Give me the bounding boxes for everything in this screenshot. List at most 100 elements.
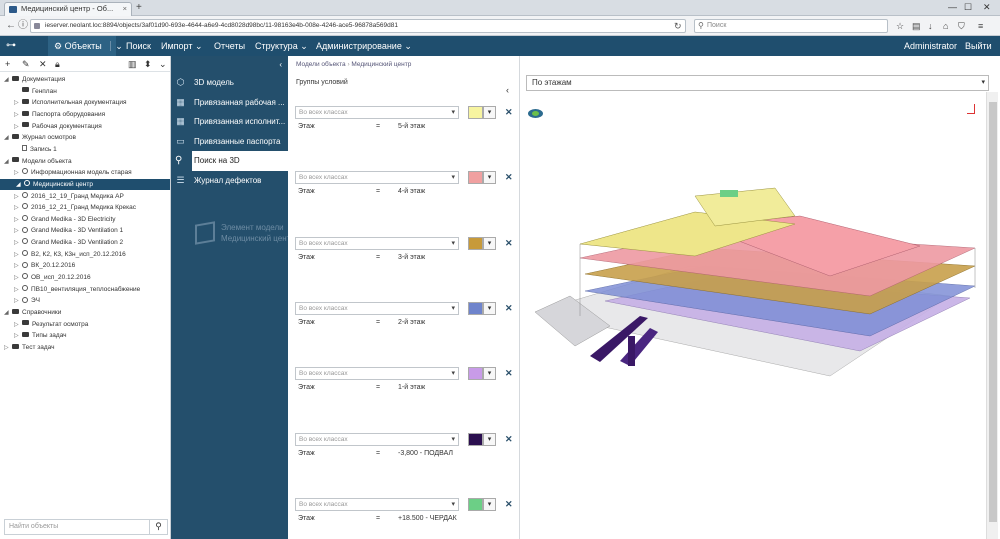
tree-node[interactable]: ▷ 2016_12_19_Гранд Медика АР bbox=[14, 191, 124, 202]
back-icon[interactable]: ← bbox=[6, 20, 16, 32]
nav-item[interactable]: ☰ Журнал дефектов bbox=[171, 171, 288, 191]
collapse-left-icon[interactable]: ‹ bbox=[506, 85, 509, 95]
tree-node[interactable]: ▷ ПВ10_вентиляция_теплоснабжение bbox=[14, 284, 140, 295]
expand-arrow-icon[interactable]: ▷ bbox=[14, 168, 22, 179]
lock-icon[interactable]: 🔒︎ bbox=[55, 58, 60, 70]
expand-arrow-icon[interactable]: ▷ bbox=[14, 192, 22, 203]
pin-icon[interactable]: ⬍ bbox=[144, 58, 152, 70]
expand-arrow-icon[interactable]: ◢ bbox=[16, 180, 24, 191]
tree-node[interactable]: ▷ Grand Medika - 3D Electricity bbox=[14, 214, 116, 225]
color-swatch[interactable] bbox=[468, 171, 483, 185]
home-icon[interactable]: ⌂ bbox=[943, 20, 948, 32]
expand-arrow-icon[interactable]: ◢ bbox=[4, 157, 12, 168]
new-tab-button[interactable]: + bbox=[136, 2, 142, 14]
tree-node[interactable]: ▷ Результат осмотра bbox=[14, 319, 88, 330]
minimize-button[interactable]: — bbox=[948, 1, 957, 13]
remove-condition-icon[interactable]: ✕ bbox=[505, 107, 513, 118]
expand-arrow-icon[interactable]: ▷ bbox=[14, 285, 22, 296]
menu-import[interactable]: Импорт ⌄ bbox=[161, 36, 203, 56]
expand-arrow-icon[interactable]: ▷ bbox=[14, 203, 22, 214]
tree-node[interactable]: ▷ Исполнительная документация bbox=[14, 97, 127, 108]
url-bar[interactable]: ieserver.neolant.loc:8894/objects/3af01d… bbox=[30, 19, 686, 33]
menu-structure[interactable]: Структура ⌄ bbox=[255, 36, 308, 56]
tree-node[interactable]: ◢ Документация bbox=[4, 74, 65, 85]
tree-node[interactable]: ◢ Справочники bbox=[4, 307, 61, 318]
tree-node[interactable]: ▷ Информационная модель старая bbox=[14, 167, 132, 178]
reading-list-icon[interactable]: ▤ bbox=[912, 20, 921, 32]
panel-toggle-icon[interactable]: ▥ bbox=[128, 58, 137, 70]
tree-node[interactable]: ▷ Тест задач bbox=[4, 342, 55, 353]
object-search-input[interactable]: Найти объекты ⚲ bbox=[4, 519, 168, 535]
tree-node[interactable]: ▷ ЭЧ bbox=[14, 295, 40, 306]
shield-icon[interactable]: ⛉ bbox=[958, 20, 965, 32]
expand-arrow-icon[interactable]: ▷ bbox=[14, 215, 22, 226]
expand-arrow-icon[interactable]: ▷ bbox=[14, 250, 22, 261]
tree-node[interactable]: Генплан bbox=[14, 86, 57, 97]
expand-arrow-icon[interactable]: ▷ bbox=[14, 261, 22, 272]
nav-item[interactable]: ⬡ 3D модель bbox=[171, 73, 288, 93]
tree-node[interactable]: ▷ 2016_12_21_Гранд Медика Крекас bbox=[14, 202, 136, 213]
hamburger-menu-icon[interactable]: ≡ bbox=[978, 20, 983, 32]
tree-node[interactable]: ▷ ОВ_исп_20.12.2016 bbox=[14, 272, 91, 283]
tree-node[interactable]: ◢ Модели объекта bbox=[4, 156, 72, 167]
expand-arrow-icon[interactable]: ▷ bbox=[4, 343, 12, 354]
reload-icon[interactable]: ↻ bbox=[674, 20, 682, 32]
tree-node[interactable]: ▷ ВК_20.12.2016 bbox=[14, 260, 75, 271]
remove-condition-icon[interactable]: ✕ bbox=[505, 434, 513, 445]
remove-condition-icon[interactable]: ✕ bbox=[505, 368, 513, 379]
expand-arrow-icon[interactable]: ▷ bbox=[14, 273, 22, 284]
class-select[interactable]: Во всех классах ▾ bbox=[295, 236, 459, 250]
search-button[interactable]: ⚲ bbox=[149, 519, 167, 535]
color-swatch[interactable] bbox=[468, 367, 483, 381]
menu-search[interactable]: Поиск bbox=[126, 36, 151, 56]
star-icon[interactable]: ☆ bbox=[896, 20, 904, 32]
color-dropdown-button[interactable]: ▾ bbox=[483, 432, 496, 446]
collapse-left-icon[interactable]: ‹ bbox=[279, 60, 282, 69]
close-tab-icon[interactable]: × bbox=[123, 3, 127, 15]
color-dropdown-button[interactable]: ▾ bbox=[483, 106, 496, 119]
expand-arrow-icon[interactable]: ▷ bbox=[14, 110, 22, 121]
breadcrumb-models[interactable]: Модели объекта bbox=[296, 61, 346, 68]
color-swatch[interactable] bbox=[468, 106, 483, 119]
class-select[interactable]: Во всех классах ▾ bbox=[295, 106, 459, 119]
color-dropdown-button[interactable]: ▾ bbox=[483, 367, 496, 381]
info-icon[interactable]: ⓘ bbox=[18, 20, 28, 32]
color-swatch[interactable] bbox=[468, 497, 483, 511]
tree-node[interactable]: ▷ Grand Medika - 3D Ventilation 2 bbox=[14, 237, 123, 248]
remove-condition-icon[interactable]: ✕ bbox=[505, 238, 513, 249]
tree-node[interactable]: ▷ В2, К2, К3, К3н_исп_20.12.2016 bbox=[14, 249, 126, 260]
key-logo-icon[interactable]: ⊶ bbox=[6, 41, 26, 51]
tree-node[interactable]: ▷ Рабочая документация bbox=[14, 121, 102, 132]
chevron-down-icon[interactable]: ⌄ bbox=[110, 41, 123, 51]
expand-arrow-icon[interactable]: ▷ bbox=[14, 122, 22, 133]
expand-arrow-icon[interactable]: ▷ bbox=[14, 238, 22, 249]
tree-node[interactable]: ▷ Типы задач bbox=[14, 330, 67, 341]
browser-tab[interactable]: Медицинский центр - Об... × bbox=[4, 2, 132, 16]
class-select[interactable]: Во всех классах ▾ bbox=[295, 301, 459, 315]
remove-condition-icon[interactable]: ✕ bbox=[505, 499, 513, 510]
color-dropdown-button[interactable]: ▾ bbox=[483, 236, 496, 250]
add-icon[interactable]: + bbox=[5, 58, 10, 70]
download-icon[interactable]: ↓ bbox=[928, 20, 933, 32]
menu-reports[interactable]: Отчеты bbox=[214, 36, 245, 56]
tree-node[interactable]: ▷ Паспорта оборудования bbox=[14, 109, 105, 120]
tree-node[interactable]: Запись 1 bbox=[14, 144, 57, 155]
3d-viewer[interactable]: По этажам ▾ bbox=[520, 56, 1000, 539]
delete-icon[interactable]: ✕ bbox=[39, 58, 47, 70]
expand-arrow-icon[interactable]: ▷ bbox=[14, 296, 22, 307]
tree-node[interactable]: ◢ Медицинский центр bbox=[0, 178, 170, 191]
expand-arrow-icon[interactable]: ▷ bbox=[14, 320, 22, 331]
remove-condition-icon[interactable]: ✕ bbox=[505, 303, 513, 314]
objects-menu[interactable]: ⚙ Объекты ⌄ bbox=[48, 36, 123, 56]
menu-administration[interactable]: Администрирование ⌄ bbox=[316, 36, 412, 56]
edit-icon[interactable]: ✎ bbox=[22, 58, 30, 70]
class-select[interactable]: Во всех классах ▾ bbox=[295, 367, 459, 381]
expand-arrow-icon[interactable]: ▷ bbox=[14, 331, 22, 342]
tree-node[interactable]: ◢ Журнал осмотров bbox=[4, 132, 76, 143]
class-select[interactable]: Во всех классах ▾ bbox=[295, 171, 459, 185]
user-name[interactable]: Administrator bbox=[904, 36, 957, 56]
nav-item[interactable]: ▦ Привязанная рабочая ... bbox=[171, 93, 288, 113]
window-close-button[interactable]: ✕ bbox=[983, 1, 991, 13]
remove-condition-icon[interactable]: ✕ bbox=[505, 172, 513, 183]
expand-arrow-icon[interactable]: ▷ bbox=[14, 226, 22, 237]
